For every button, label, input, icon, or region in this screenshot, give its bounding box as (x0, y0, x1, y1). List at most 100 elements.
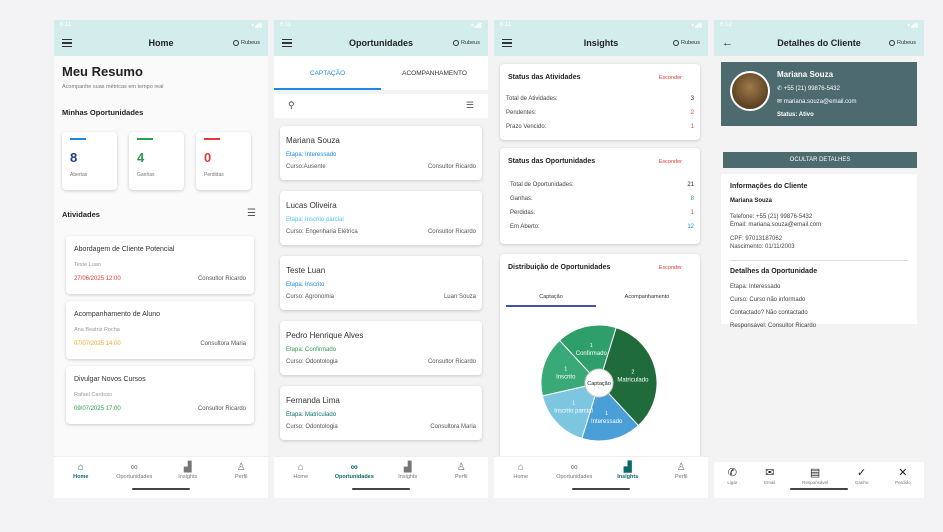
menu-icon[interactable] (282, 39, 292, 48)
hide-button[interactable]: Esconder (659, 265, 682, 271)
stat-label: Ganhas (137, 172, 155, 178)
row-label: Em Aberto: (510, 224, 540, 230)
person-icon: ♙ (456, 462, 466, 473)
chart-icon: ▟ (623, 462, 632, 473)
stat-card-open[interactable]: 8 Abertas (62, 132, 117, 190)
responsible-action[interactable]: ▤ Responsável (802, 466, 828, 498)
status-row: Pendentes: 2 (506, 110, 694, 116)
app-bar: ← Detalhes do Cliente Rubeus (714, 30, 924, 56)
opportunity-contacted: Contactado? Não contactado (730, 310, 808, 316)
chart-icon: ▟ (183, 462, 192, 473)
opportunity-card[interactable]: Mariana Souza Etapa: Interessado Curso:A… (280, 126, 482, 180)
lost-action[interactable]: ✕ Perdido (895, 466, 911, 498)
nav-label: Home (293, 474, 309, 480)
opportunity-card[interactable]: Teste Luan Etapa: Inscrito Curso: Agrono… (280, 256, 482, 310)
person-icon: ♙ (236, 462, 246, 473)
back-arrow-icon[interactable]: ← (722, 37, 733, 49)
nav-insights[interactable]: ▟ Insights (164, 461, 212, 498)
status-time: 6:11 (280, 22, 292, 28)
nav-insights[interactable]: ▟ Insights (604, 461, 652, 498)
activity-consultant: Consultor Ricardo (197, 406, 246, 412)
opportunity-name: Fernanda Lima (286, 396, 340, 405)
opportunity-card[interactable]: Fernanda Lima Etapa: Matriculado Curso: … (280, 386, 482, 440)
tab-acompanhamento[interactable]: ACOMPANHAMENTO (381, 56, 488, 90)
opportunity-stage: Etapa: Interessado (730, 284, 781, 290)
tab-captacao[interactable]: Captação (506, 294, 596, 307)
tab-acompanhamento[interactable]: Acompanhamento (600, 294, 694, 300)
stat-card-won[interactable]: 4 Ganhas (129, 132, 184, 190)
client-phone[interactable]: ✆ +55 (21) 99876-5432 (777, 85, 840, 92)
nav-label: Perfil (674, 474, 688, 480)
pie-value-label: 1 (572, 401, 575, 407)
filter-icon[interactable]: ☰ (247, 208, 256, 219)
nav-insights[interactable]: ▟ Insights (384, 461, 432, 498)
menu-icon[interactable] (502, 39, 512, 48)
nav-opportunities[interactable]: ∞ Oportunidades (110, 461, 158, 498)
status-time: 6:12 (720, 22, 732, 28)
search-icon[interactable]: ⚲ (288, 100, 295, 111)
opportunity-course: Curso: Agronomia (286, 294, 335, 300)
app-bar: Home Rubeus (54, 30, 268, 56)
distribution-pie-chart: 2 Matriculado 1 Interessado 1 Inscrito parcia… (540, 324, 658, 442)
nav-home[interactable]: ⌂ Home (497, 461, 545, 498)
pie-value-label: 1 (564, 367, 567, 373)
pie-category-label: Matriculado (617, 377, 649, 383)
activities-status-card: Status das Atividades Esconder Total de … (500, 64, 700, 140)
action-bar: ✆ Ligar ✉ Email ▤ Responsável ✓ Ganho ✕ Perdi… (714, 462, 924, 498)
distribution-card: Distribuição de Oportunidades Esconder C… (500, 254, 700, 456)
row-label: Ganhas: (510, 196, 533, 202)
opportunity-name: Teste Luan (286, 266, 326, 275)
rubeus-logo-icon (453, 40, 460, 46)
stat-card-lost[interactable]: 0 Perdidas (196, 132, 251, 190)
client-info-cpf: CPF: 97013187062 (730, 236, 783, 242)
opportunity-stage: Etapa: Inscrito (286, 282, 325, 288)
activity-card[interactable]: Divulgar Novos Cursos Rafael Cardoso 09/… (66, 366, 254, 424)
hide-details-button[interactable]: OCULTAR DETALHES (723, 152, 917, 168)
won-action[interactable]: ✓ Ganho (855, 466, 869, 498)
home-icon: ⌂ (517, 462, 524, 473)
opportunities-status-card: Status das Oportunidades Esconder Total … (500, 148, 700, 244)
rubeus-logo-icon (673, 40, 680, 46)
nav-opportunities[interactable]: ∞ Oportunidades (330, 461, 378, 498)
activity-title: Acompanhamento de Aluno (74, 311, 161, 318)
activities-section-title: Atividades (62, 210, 100, 219)
status-row: Total de Atividades: 3 (506, 96, 694, 102)
hide-button[interactable]: Esconder (659, 159, 682, 165)
activity-card[interactable]: Acompanhamento de Aluno Ana Beatriz Roch… (66, 301, 254, 359)
row-value: 1 (690, 124, 694, 130)
action-label: Email (764, 480, 776, 485)
nav-home[interactable]: ⌂ Home (57, 461, 105, 498)
nav-label: Oportunidades (116, 474, 153, 480)
opportunity-card[interactable]: Lucas Oliveira Etapa: Inscrito parcial C… (280, 191, 482, 245)
nav-opportunities[interactable]: ∞ Oportunidades (550, 461, 598, 498)
status-time: 6:11 (60, 22, 72, 28)
opportunity-name: Lucas Oliveira (286, 201, 337, 210)
action-label: Ganho (854, 480, 869, 485)
insights-screen: 6:11 ▾◢▮ Insights Rubeus Status das Ativi… (494, 20, 708, 498)
nav-profile[interactable]: ♙ Perfil (217, 461, 265, 498)
nav-profile[interactable]: ♙ Perfil (437, 461, 485, 498)
hide-button[interactable]: Esconder (659, 75, 682, 81)
activity-card[interactable]: Abordagem de Cliente Potencial Teste Lua… (66, 236, 254, 294)
nav-home[interactable]: ⌂ Home (277, 461, 325, 498)
nav-label: Home (513, 474, 529, 480)
tab-captacao[interactable]: CAPTAÇÃO (274, 56, 381, 90)
pie-category-label: Confirmado (576, 351, 608, 357)
opportunity-course: Curso: Curso não informado (730, 297, 806, 303)
status-icons: ▾◢▮ (251, 22, 262, 29)
opportunity-card[interactable]: Pedro Henrique Alves Etapa: Confirmado C… (280, 321, 482, 375)
filter-icon[interactable]: ☰ (466, 100, 474, 111)
rubeus-logo-icon (233, 40, 240, 46)
close-icon: ✕ (898, 467, 908, 479)
client-header: Mariana Souza ✆ +55 (21) 99876-5432 ✉ ma… (721, 62, 917, 126)
call-action[interactable]: ✆ Ligar (727, 466, 737, 498)
client-email[interactable]: ✉ mariana.souza@email.com (777, 98, 857, 105)
email-action[interactable]: ✉ Email (764, 466, 775, 498)
nav-profile[interactable]: ♙ Perfil (657, 461, 705, 498)
menu-icon[interactable] (62, 39, 72, 48)
opportunities-screen: 6:11 ▾◢▮ Oportunidades Rubeus CAPTAÇÃO AC… (274, 20, 488, 498)
search-bar[interactable]: ⚲ ☰ (274, 94, 488, 118)
opportunity-consultant: Consultor Ricardo (427, 164, 476, 170)
action-label: Ligar (727, 480, 738, 485)
stat-label: Abertas (70, 172, 88, 178)
